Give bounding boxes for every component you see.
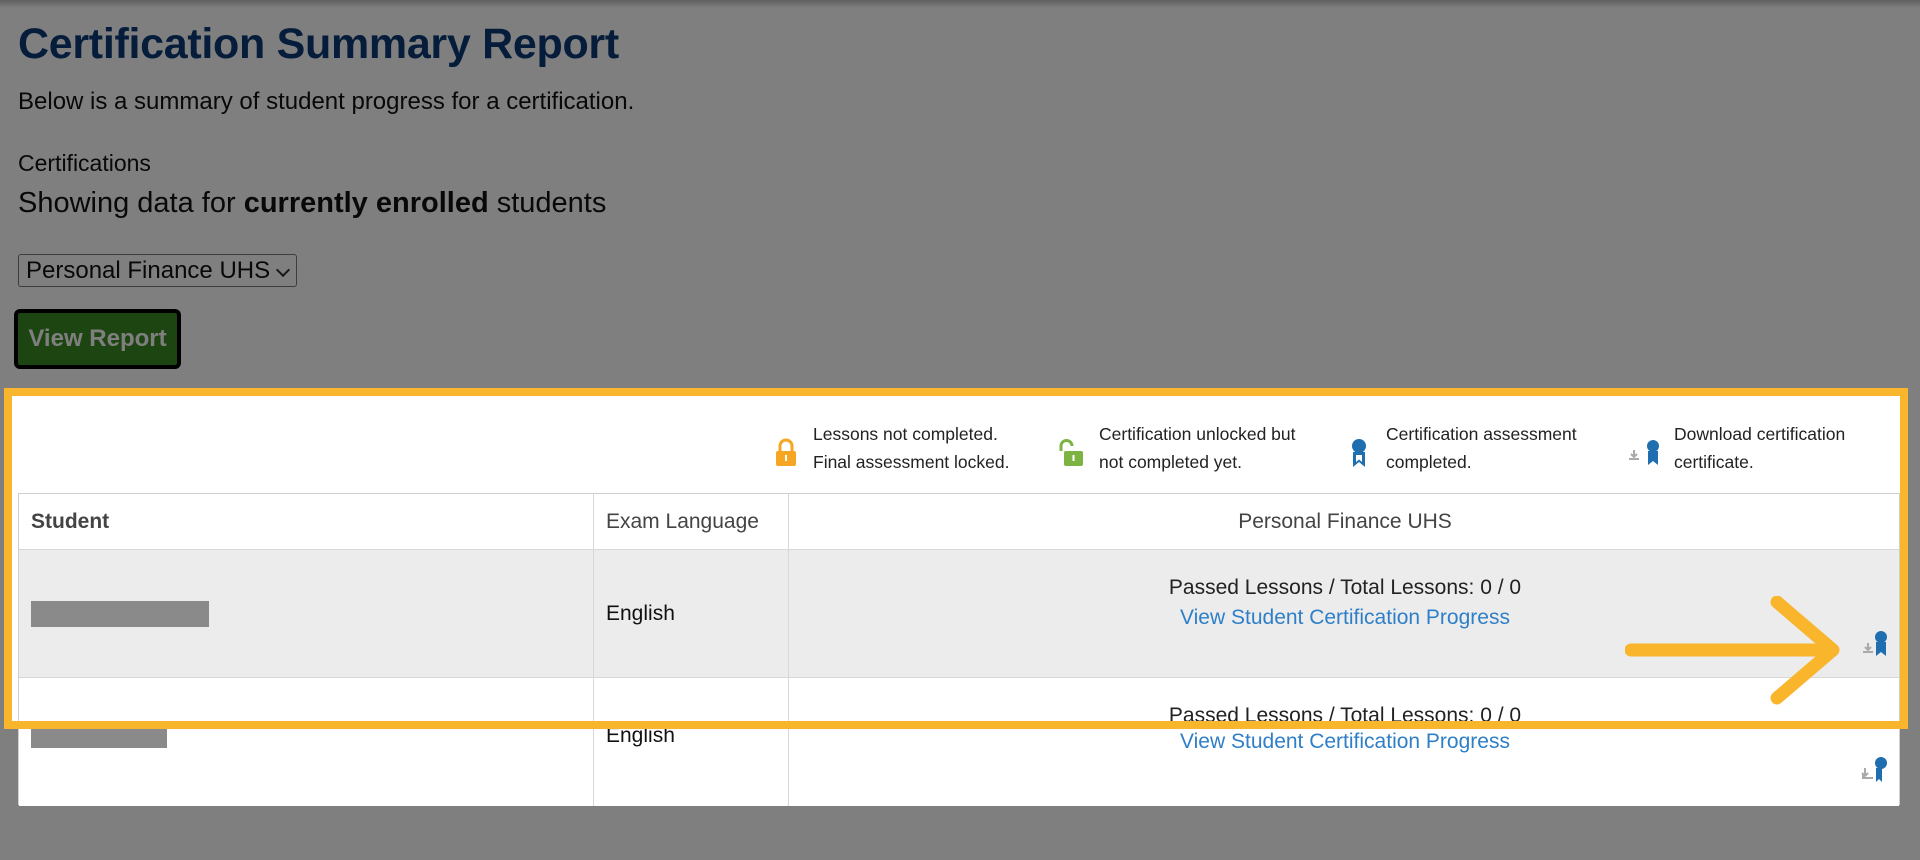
- results-table-spotlight: Student Exam Language Personal Finance U…: [18, 493, 1900, 723]
- redacted-student-name: [31, 722, 167, 748]
- legend-ribbon: Certification assessment completed.: [1349, 420, 1577, 476]
- exam-language: English: [606, 602, 675, 625]
- download-certificate-icon[interactable]: [1859, 756, 1889, 791]
- view-report-button[interactable]: View Report: [14, 309, 181, 369]
- ribbon-icon: [1352, 439, 1366, 467]
- download-ribbon-icon: [1629, 440, 1659, 465]
- table-row: English Passed Lessons / Total Lessons: …: [19, 550, 1899, 678]
- legend-lock-line1: Lessons not completed.: [813, 424, 998, 444]
- lesson-progress: Passed Lessons / Total Lessons: 0 / 0: [1168, 704, 1522, 723]
- certification-select-value: Personal Finance UHS: [26, 257, 271, 284]
- legend-ribbon-line2: completed.: [1386, 452, 1472, 472]
- legend-download-line2: certificate.: [1674, 452, 1754, 472]
- column-header-exam-language: Exam Language: [606, 510, 759, 533]
- legend-lock: Lessons not completed. Final assessment …: [775, 420, 1009, 476]
- legend-download: Download certification certificate.: [1626, 420, 1845, 476]
- top-shadow: [0, 0, 1920, 8]
- legend-ribbon-line1: Certification assessment: [1386, 424, 1577, 444]
- arrow-right-icon: [1625, 596, 1840, 705]
- lock-icon: [776, 438, 796, 466]
- certifications-label: Certifications: [18, 150, 151, 176]
- view-progress-link[interactable]: View Student Certification Progress: [789, 730, 1901, 754]
- download-certificate-icon[interactable]: [1859, 630, 1889, 665]
- column-header-certification: Personal Finance UHS: [1238, 510, 1452, 533]
- table-header-row: Student Exam Language Personal Finance U…: [19, 494, 1899, 550]
- redacted-student-name: [31, 601, 209, 627]
- unlock-icon: [1059, 439, 1083, 466]
- showing-bold: currently enrolled: [243, 187, 489, 219]
- spotlight-region: Lessons not completed. Final assessment …: [8, 392, 1904, 723]
- showing-data-text: Showing data for currently enrolled stud…: [18, 187, 606, 220]
- legend-unlock-line1: Certification unlocked but: [1099, 424, 1296, 444]
- certification-select[interactable]: Personal Finance UHS: [18, 254, 297, 287]
- page-subtitle: Below is a summary of student progress f…: [18, 88, 635, 115]
- legend-lock-line2: Final assessment locked.: [813, 452, 1010, 472]
- table-row: Passed Lessons / Total Lessons: 0 / 0: [19, 678, 1899, 723]
- legend-unlock: Certification unlocked but not completed…: [1058, 420, 1296, 476]
- report-page: Certification Summary Report Below is a …: [0, 0, 1920, 860]
- chevron-down-icon: [275, 262, 291, 278]
- showing-prefix: Showing data for: [18, 187, 244, 219]
- page-title: Certification Summary Report: [18, 20, 619, 68]
- legend-download-line1: Download certification: [1674, 424, 1846, 444]
- exam-language: English: [606, 724, 675, 747]
- column-header-student[interactable]: Student: [31, 510, 109, 534]
- showing-suffix: students: [488, 187, 607, 219]
- legend-unlock-line2: not completed yet.: [1099, 452, 1242, 472]
